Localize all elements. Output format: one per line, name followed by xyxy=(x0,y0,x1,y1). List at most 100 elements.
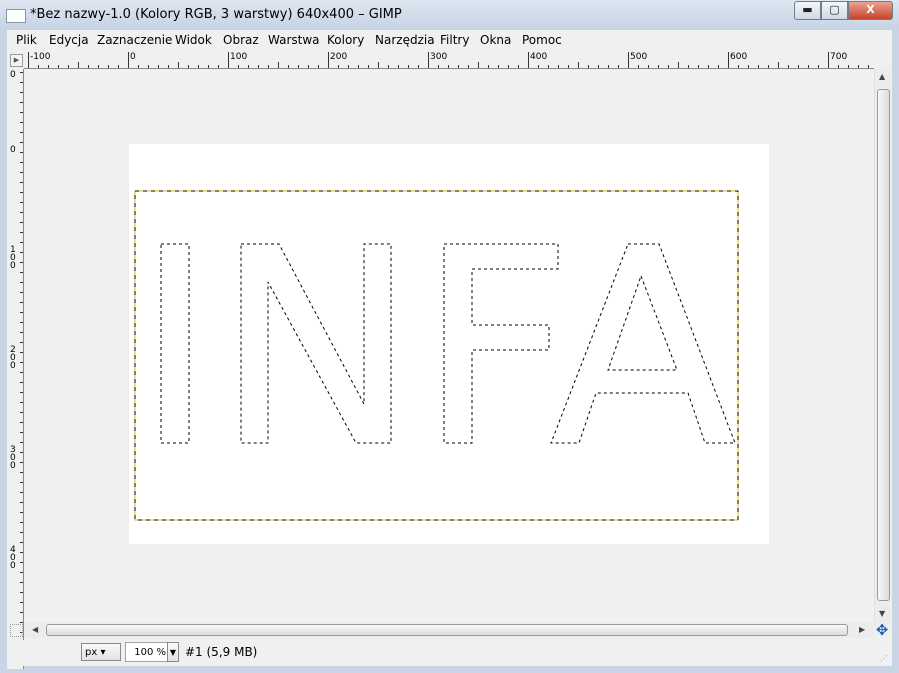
minimize-button[interactable]: ▬ xyxy=(794,1,821,20)
ruler-tick xyxy=(20,302,23,303)
scroll-left-icon[interactable]: ◀ xyxy=(32,625,38,634)
ruler-tick xyxy=(348,65,349,68)
ruler-tick xyxy=(20,192,23,193)
ruler-tick xyxy=(78,62,79,68)
ruler-tick xyxy=(20,112,23,113)
menu-bar: Plik Edycja Zaznaczenie Widok Obraz Wars… xyxy=(7,30,892,53)
ruler-tick xyxy=(378,62,379,68)
menu-edycja[interactable]: Edycja xyxy=(49,33,89,47)
ruler-tick xyxy=(20,162,23,163)
ruler-tick xyxy=(20,442,23,443)
ruler-label: 100 xyxy=(10,245,16,271)
menu-filtry[interactable]: Filtry xyxy=(440,33,469,47)
ruler-tick xyxy=(178,62,179,68)
ruler-label: 0 xyxy=(10,70,16,80)
resize-grip-icon[interactable]: ⋰ xyxy=(880,654,890,664)
ruler-label: 300 xyxy=(10,445,16,471)
ruler-tick xyxy=(848,65,849,68)
ruler-tick xyxy=(68,65,69,68)
close-button[interactable]: X xyxy=(848,1,893,20)
ruler-label: 0 xyxy=(10,145,16,155)
ruler-tick xyxy=(198,65,199,68)
ruler-label: 300 xyxy=(430,52,448,62)
ruler-label: 500 xyxy=(630,52,648,62)
menu-okna[interactable]: Okna xyxy=(480,33,511,47)
ruler-tick xyxy=(738,65,739,68)
ruler-tick xyxy=(418,65,419,68)
ruler-tick xyxy=(20,272,23,273)
ruler-tick xyxy=(20,542,23,543)
ruler-label: 700 xyxy=(830,52,848,62)
ruler-tick xyxy=(20,472,23,473)
ruler-tick xyxy=(20,202,23,203)
ruler-tick xyxy=(728,52,729,68)
menu-narzedzia[interactable]: Narzędzia xyxy=(375,33,435,47)
ruler-tick xyxy=(618,65,619,68)
ruler-tick xyxy=(208,65,209,68)
ruler-tick xyxy=(628,52,629,68)
vertical-scroll-thumb[interactable] xyxy=(877,89,890,601)
scroll-up-icon[interactable]: ▲ xyxy=(879,72,885,81)
ruler-tick xyxy=(20,262,23,263)
menu-arrow-icon[interactable]: ▶ xyxy=(10,54,23,67)
ruler-label: 0 xyxy=(130,52,136,62)
ruler-tick xyxy=(658,65,659,68)
menu-warstwa[interactable]: Warstwa xyxy=(268,33,320,47)
ruler-tick xyxy=(778,62,779,68)
zoom-dropdown-icon[interactable]: ▼ xyxy=(167,642,179,662)
ruler-tick xyxy=(538,65,539,68)
menu-zaznaczenie[interactable]: Zaznaczenie xyxy=(97,33,172,47)
zoom-input[interactable]: 100 % xyxy=(125,642,171,662)
menu-widok[interactable]: Widok xyxy=(175,33,212,47)
move-icon[interactable]: ✥ xyxy=(875,623,889,638)
vertical-scrollbar[interactable]: ▲ ▼ xyxy=(874,69,891,626)
horizontal-scrollbar[interactable]: ◀ ▶ xyxy=(24,622,873,638)
horizontal-ruler[interactable]: -100 0 100 200 300 400 500 600 700 xyxy=(24,52,874,69)
ruler-tick xyxy=(118,65,119,68)
maximize-button[interactable]: ▢ xyxy=(821,1,848,20)
menu-kolory[interactable]: Kolory xyxy=(327,33,364,47)
scroll-down-icon[interactable]: ▼ xyxy=(879,609,885,618)
ruler-tick xyxy=(568,65,569,68)
ruler-tick xyxy=(578,62,579,68)
canvas-area[interactable] xyxy=(24,69,873,626)
ruler-tick xyxy=(698,65,699,68)
ruler-tick xyxy=(458,65,459,68)
ruler-tick xyxy=(88,65,89,68)
ruler-tick xyxy=(20,122,23,123)
ruler-tick xyxy=(20,402,23,403)
ruler-tick xyxy=(298,65,299,68)
menu-obraz[interactable]: Obraz xyxy=(223,33,259,47)
quick-mask-icon[interactable] xyxy=(10,624,23,637)
ruler-tick xyxy=(20,562,23,563)
ruler-tick xyxy=(128,52,129,68)
image-canvas xyxy=(129,144,769,544)
ruler-tick xyxy=(668,65,669,68)
ruler-tick xyxy=(20,362,23,363)
ruler-tick xyxy=(108,65,109,68)
ruler-tick xyxy=(20,222,23,223)
unit-select[interactable]: px ▾ xyxy=(81,643,121,661)
ruler-tick xyxy=(20,132,23,133)
ruler-tick xyxy=(358,65,359,68)
menu-pomoc[interactable]: Pomoc xyxy=(522,33,562,47)
menu-plik[interactable]: Plik xyxy=(16,33,37,47)
ruler-tick xyxy=(20,612,23,613)
horizontal-scroll-thumb[interactable] xyxy=(46,624,848,636)
ruler-tick xyxy=(20,282,23,283)
ruler-tick xyxy=(20,522,23,523)
ruler-tick xyxy=(758,65,759,68)
vertical-ruler[interactable]: 0 0 100 200 300 400 xyxy=(7,69,24,669)
ruler-tick xyxy=(20,412,23,413)
ruler-tick xyxy=(20,72,23,73)
ruler-tick xyxy=(448,65,449,68)
ruler-tick xyxy=(828,52,829,68)
ruler-tick xyxy=(638,65,639,68)
ruler-tick xyxy=(218,65,219,68)
scroll-right-icon[interactable]: ▶ xyxy=(859,625,865,634)
ruler-tick xyxy=(768,65,769,68)
ruler-tick xyxy=(20,512,23,513)
ruler-tick xyxy=(20,452,23,453)
ruler-tick xyxy=(428,52,429,68)
ruler-tick xyxy=(20,382,23,383)
